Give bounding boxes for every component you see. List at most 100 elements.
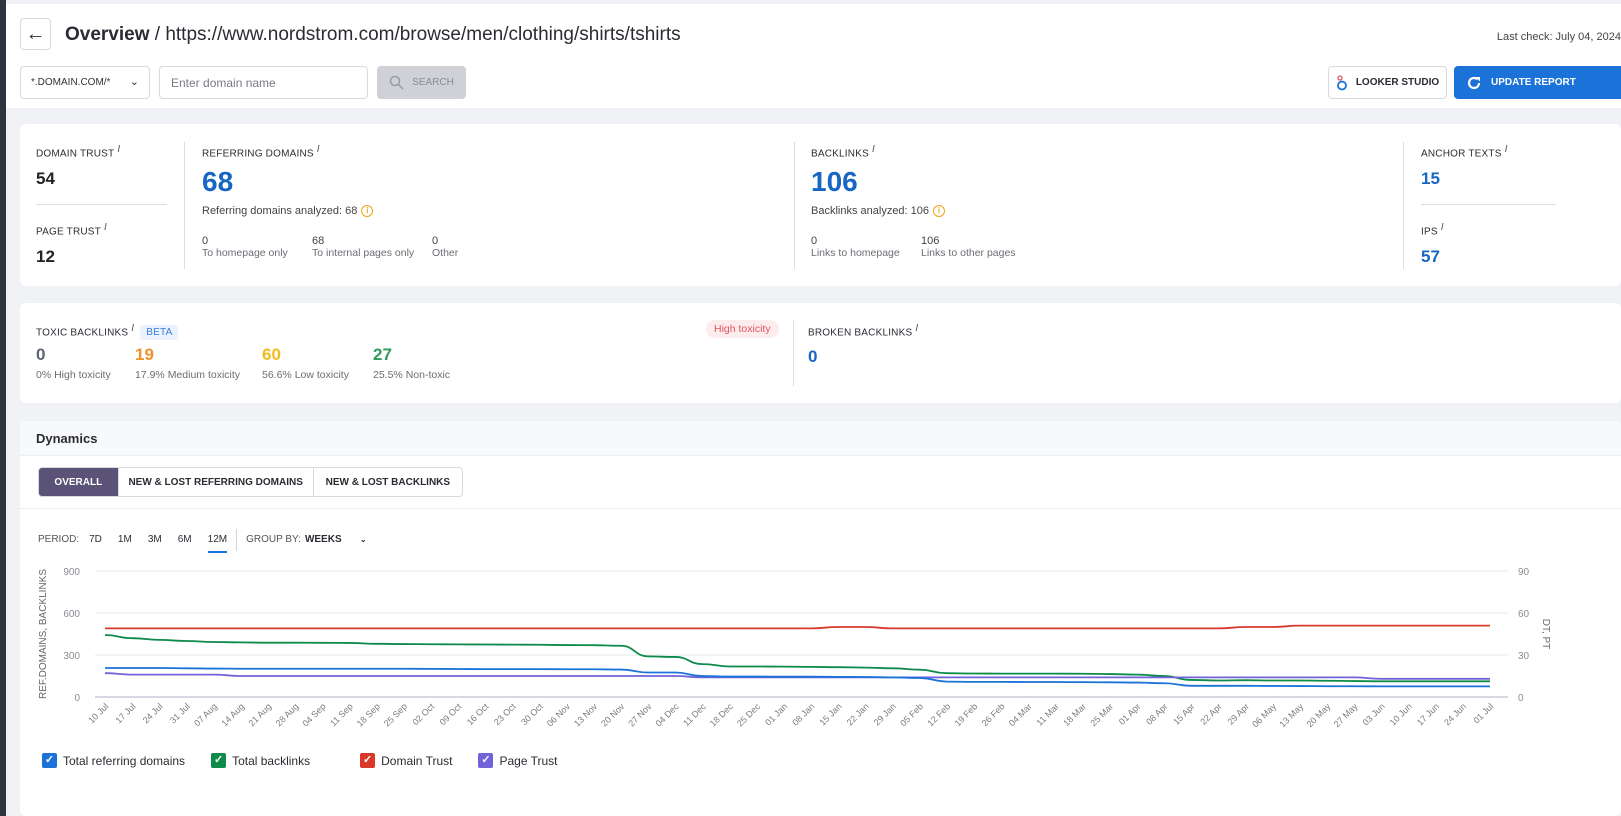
x-tick-label: 07 Aug bbox=[192, 701, 219, 728]
toxicity-status-pill: High toxicity bbox=[706, 320, 779, 338]
tab-new-lost-referring-domains[interactable]: NEW & LOST REFERRING DOMAINS bbox=[117, 468, 313, 496]
backlinks-value[interactable]: 106 bbox=[811, 166, 858, 198]
toxic-item-low[interactable]: 60 56.6% Low toxicity bbox=[262, 345, 349, 381]
legend-item-domain-trust[interactable]: ✓ Domain Trust bbox=[360, 753, 452, 768]
x-tick-label: 18 Mar bbox=[1061, 701, 1088, 728]
ips-label: IPS i bbox=[1421, 222, 1444, 238]
page-title-url: / https://www.nordstrom.com/browse/men/c… bbox=[149, 24, 681, 45]
x-tick-label: 08 Apr bbox=[1144, 701, 1169, 726]
y-tick-left: 300 bbox=[63, 651, 80, 662]
dynamics-card: Dynamics OVERALL NEW & LOST REFERRING DO… bbox=[20, 421, 1621, 816]
info-icon[interactable]: i bbox=[1441, 222, 1444, 233]
chevron-down-icon: ⌄ bbox=[357, 535, 367, 544]
period-3m[interactable]: 3M bbox=[148, 534, 162, 545]
info-icon[interactable]: i bbox=[117, 144, 120, 155]
x-tick-label: 18 Sep bbox=[355, 701, 382, 728]
x-tick-label: 15 Jan bbox=[817, 701, 843, 727]
divider bbox=[20, 508, 1621, 509]
anchor-texts-label: ANCHOR TEXTS i bbox=[1421, 144, 1508, 160]
info-icon[interactable]: i bbox=[1505, 144, 1508, 155]
back-button[interactable]: ← bbox=[20, 18, 51, 50]
y-tick-right: 60 bbox=[1518, 609, 1530, 620]
update-report-label: UPDATE REPORT bbox=[1491, 77, 1576, 88]
info-icon[interactable]: i bbox=[104, 222, 107, 233]
period-12m[interactable]: 12M bbox=[207, 534, 228, 553]
ref-breakdown-internal: 68 To internal pages only bbox=[312, 235, 415, 259]
y-axis-label-right: DT, PT bbox=[1540, 619, 1551, 650]
x-tick-label: 30 Oct bbox=[519, 701, 545, 727]
beta-badge: BETA bbox=[140, 325, 179, 341]
x-tick-label: 23 Oct bbox=[492, 701, 518, 727]
x-tick-label: 11 Mar bbox=[1034, 701, 1060, 727]
checkbox-checked-icon[interactable]: ✓ bbox=[478, 753, 494, 768]
toxic-backlinks-label: TOXIC BACKLINKS i BETA bbox=[36, 323, 179, 341]
referring-domains-value[interactable]: 68 bbox=[202, 166, 233, 198]
update-report-button[interactable]: UPDATE REPORT bbox=[1454, 66, 1621, 99]
legend-item-page-trust[interactable]: ✓ Page Trust bbox=[478, 753, 558, 768]
looker-studio-label: LOOKER STUDIO bbox=[1355, 77, 1440, 88]
x-tick-label: 17 Jun bbox=[1415, 701, 1441, 727]
group-by-select[interactable]: WEEKS ⌄ bbox=[305, 534, 383, 545]
search-button[interactable]: SEARCH bbox=[377, 66, 466, 99]
period-6m[interactable]: 6M bbox=[178, 534, 192, 545]
info-circle-icon[interactable]: i bbox=[933, 205, 946, 218]
x-tick-label: 11 Sep bbox=[328, 701, 355, 728]
x-tick-label: 01 Jul bbox=[1471, 701, 1495, 725]
domain-scope-select[interactable]: *.DOMAIN.COM/* ⌄ bbox=[20, 66, 150, 99]
broken-backlinks-value[interactable]: 0 bbox=[808, 347, 817, 367]
x-tick-label: 27 Nov bbox=[626, 701, 654, 729]
x-tick-label: 14 Aug bbox=[219, 701, 246, 728]
y-tick-left: 600 bbox=[63, 609, 80, 620]
x-tick-label: 18 Dec bbox=[708, 701, 736, 729]
page-title-section: Overview bbox=[65, 24, 150, 45]
looker-studio-icon bbox=[1336, 74, 1347, 90]
x-tick-label: 15 Apr bbox=[1171, 701, 1196, 726]
info-icon[interactable]: i bbox=[872, 144, 875, 155]
info-icon[interactable]: i bbox=[317, 144, 320, 155]
checkbox-checked-icon[interactable]: ✓ bbox=[211, 753, 227, 768]
divider bbox=[793, 320, 794, 386]
toxic-item-high[interactable]: 0 0% High toxicity bbox=[36, 345, 111, 381]
legend-item-referring-domains[interactable]: ✓ Total referring domains bbox=[42, 753, 185, 768]
x-tick-label: 13 Nov bbox=[572, 701, 600, 729]
checkbox-checked-icon[interactable]: ✓ bbox=[42, 753, 57, 768]
domain-trust-value: 54 bbox=[36, 169, 55, 188]
x-tick-label: 27 May bbox=[1332, 701, 1360, 729]
domain-trust-label: DOMAIN TRUST i bbox=[36, 144, 121, 160]
divider bbox=[184, 142, 185, 269]
search-icon bbox=[389, 75, 404, 90]
x-tick-label: 19 Feb bbox=[953, 701, 980, 728]
ips-value[interactable]: 57 bbox=[1421, 247, 1440, 267]
chevron-down-icon: ⌄ bbox=[129, 76, 139, 88]
domain-search-input[interactable] bbox=[159, 66, 368, 99]
x-tick-label: 16 Oct bbox=[465, 701, 491, 727]
backlinks-breakdown-homepage: 0 Links to homepage bbox=[811, 235, 900, 259]
referring-domains-label: REFERRING DOMAINS i bbox=[202, 144, 320, 160]
toxic-item-medium[interactable]: 19 17.9% Medium toxicity bbox=[135, 345, 240, 381]
window-edge bbox=[0, 0, 6, 816]
x-tick-label: 28 Aug bbox=[274, 701, 301, 728]
legend-item-backlinks[interactable]: ✓ Total backlinks bbox=[211, 753, 310, 768]
divider bbox=[1403, 142, 1404, 269]
info-icon[interactable]: i bbox=[131, 323, 134, 334]
period-7d[interactable]: 7D bbox=[89, 534, 102, 545]
checkbox-checked-icon[interactable]: ✓ bbox=[360, 753, 376, 768]
x-tick-label: 06 May bbox=[1250, 701, 1278, 729]
info-icon[interactable]: i bbox=[915, 323, 918, 334]
y-axis-label-left: REF.DOMAINS, BACKLINKS bbox=[38, 569, 49, 699]
x-tick-label: 31 Jul bbox=[168, 701, 192, 725]
series-line-total-backlinks bbox=[104, 634, 1490, 683]
x-tick-label: 25 Dec bbox=[735, 701, 763, 729]
x-tick-label: 01 Jan bbox=[763, 701, 789, 727]
page-title: Overview / https://www.nordstrom.com/bro… bbox=[65, 24, 681, 46]
anchor-texts-value[interactable]: 15 bbox=[1421, 169, 1440, 189]
y-tick-left: 0 bbox=[74, 693, 80, 704]
looker-studio-button[interactable]: LOOKER STUDIO bbox=[1328, 66, 1447, 99]
period-1m[interactable]: 1M bbox=[118, 534, 132, 545]
x-tick-label: 20 May bbox=[1305, 701, 1333, 729]
toxic-item-nontoxic[interactable]: 27 25.5% Non-toxic bbox=[373, 345, 450, 381]
tab-new-lost-backlinks[interactable]: NEW & LOST BACKLINKS bbox=[312, 468, 462, 496]
info-circle-icon[interactable]: i bbox=[361, 205, 374, 218]
tab-overall[interactable]: OVERALL bbox=[39, 468, 118, 496]
refresh-icon bbox=[1467, 76, 1481, 89]
